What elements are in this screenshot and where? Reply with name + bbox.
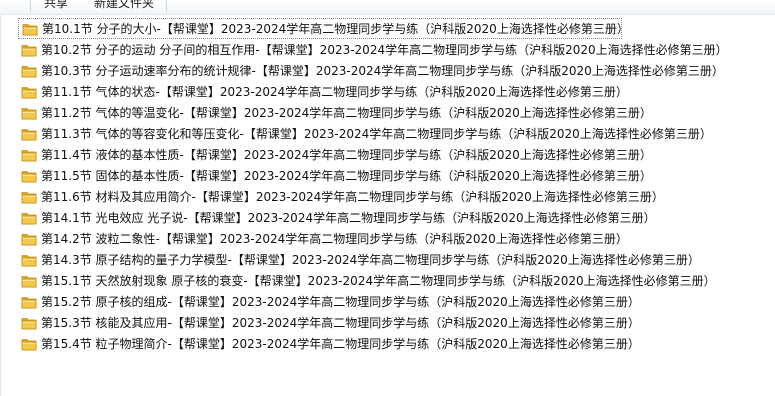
folder-icon (21, 212, 37, 224)
folder-item[interactable]: 第10.1节 分子的大小-【帮课堂】2023-2024学年高二物理同步学与练（沪… (18, 18, 629, 39)
file-list: 第10.1节 分子的大小-【帮课堂】2023-2024学年高二物理同步学与练（沪… (18, 18, 758, 354)
folder-item[interactable]: 第10.2节 分子的运动 分子间的相互作用-【帮课堂】2023-2024学年高二… (18, 39, 758, 60)
folder-item[interactable]: 第11.3节 气体的等容变化和等压变化-【帮课堂】2023-2024学年高二物理… (18, 123, 758, 144)
folder-icon (21, 44, 37, 56)
folder-name: 第14.3节 原子结构的量子力学模型-【帮课堂】2023-2024学年高二物理同… (41, 253, 700, 267)
share-button[interactable]: 共享 (40, 0, 72, 12)
folder-name: 第11.2节 气体的等温变化-【帮课堂】2023-2024学年高二物理同步学与练… (41, 106, 652, 120)
folder-name: 第10.2节 分子的运动 分子间的相互作用-【帮课堂】2023-2024学年高二… (41, 43, 728, 57)
folder-item[interactable]: 第11.4节 液体的基本性质-【帮课堂】2023-2024学年高二物理同步学与练… (18, 144, 758, 165)
folder-name: 第10.3节 分子运动速率分布的统计规律-【帮课堂】2023-2024学年高二物… (41, 64, 724, 78)
folder-icon (21, 128, 37, 140)
folder-name: 第15.4节 粒子物理简介-【帮课堂】2023-2024学年高二物理同步学与练（… (41, 337, 640, 351)
folder-item[interactable]: 第11.6节 材料及其应用简介-【帮课堂】2023-2024学年高二物理同步学与… (18, 186, 758, 207)
folder-icon (21, 296, 37, 308)
folder-name: 第11.3节 气体的等容变化和等压变化-【帮课堂】2023-2024学年高二物理… (41, 127, 712, 141)
folder-item[interactable]: 第11.5节 固体的基本性质-【帮课堂】2023-2024学年高二物理同步学与练… (18, 165, 758, 186)
command-bar: 共享 新建文件夹 (0, 0, 775, 15)
folder-item[interactable]: 第14.1节 光电效应 光子说-【帮课堂】2023-2024学年高二物理同步学与… (18, 207, 758, 228)
folder-item[interactable]: 第14.3节 原子结构的量子力学模型-【帮课堂】2023-2024学年高二物理同… (18, 249, 758, 270)
folder-name: 第11.6节 材料及其应用简介-【帮课堂】2023-2024学年高二物理同步学与… (41, 190, 664, 204)
folder-item[interactable]: 第14.2节 波粒二象性-【帮课堂】2023-2024学年高二物理同步学与练（沪… (18, 228, 758, 249)
folder-icon (21, 191, 37, 203)
folder-item[interactable]: 第15.1节 天然放射现象 原子核的衰变-【帮课堂】2023-2024学年高二物… (18, 270, 758, 291)
folder-icon (21, 275, 37, 287)
navigation-pane-border (0, 14, 1, 396)
folder-icon (21, 107, 37, 119)
toolbar-separator (166, 0, 167, 12)
folder-item[interactable]: 第15.2节 原子核的组成-【帮课堂】2023-2024学年高二物理同步学与练（… (18, 291, 758, 312)
folder-icon (21, 338, 37, 350)
folder-name: 第11.1节 气体的状态-【帮课堂】2023-2024学年高二物理同步学与练（沪… (41, 85, 628, 99)
folder-name: 第15.2节 原子核的组成-【帮课堂】2023-2024学年高二物理同步学与练（… (41, 295, 640, 309)
folder-item[interactable]: 第15.3节 核能及其应用-【帮课堂】2023-2024学年高二物理同步学与练（… (18, 312, 758, 333)
folder-item[interactable]: 第10.3节 分子运动速率分布的统计规律-【帮课堂】2023-2024学年高二物… (18, 60, 758, 81)
folder-item[interactable]: 第11.2节 气体的等温变化-【帮课堂】2023-2024学年高二物理同步学与练… (18, 102, 758, 123)
folder-name: 第14.1节 光电效应 光子说-【帮课堂】2023-2024学年高二物理同步学与… (41, 211, 656, 225)
folder-icon (21, 86, 37, 98)
folder-icon (22, 23, 38, 35)
folder-name: 第11.4节 液体的基本性质-【帮课堂】2023-2024学年高二物理同步学与练… (41, 148, 652, 162)
new-folder-button[interactable]: 新建文件夹 (90, 0, 158, 12)
folder-icon (21, 254, 37, 266)
toolbar-separator (30, 0, 31, 12)
folder-icon (21, 65, 37, 77)
folder-name: 第11.5节 固体的基本性质-【帮课堂】2023-2024学年高二物理同步学与练… (41, 169, 652, 183)
folder-icon (21, 233, 37, 245)
folder-icon (21, 317, 37, 329)
folder-icon (21, 170, 37, 182)
folder-item[interactable]: 第11.1节 气体的状态-【帮课堂】2023-2024学年高二物理同步学与练（沪… (18, 81, 758, 102)
folder-item[interactable]: 第15.4节 粒子物理简介-【帮课堂】2023-2024学年高二物理同步学与练（… (18, 333, 758, 354)
folder-name: 第15.1节 天然放射现象 原子核的衰变-【帮课堂】2023-2024学年高二物… (41, 274, 716, 288)
folder-icon (21, 149, 37, 161)
folder-name: 第14.2节 波粒二象性-【帮课堂】2023-2024学年高二物理同步学与练（沪… (41, 232, 628, 246)
folder-name: 第15.3节 核能及其应用-【帮课堂】2023-2024学年高二物理同步学与练（… (41, 316, 640, 330)
folder-name: 第10.1节 分子的大小-【帮课堂】2023-2024学年高二物理同步学与练（沪… (42, 22, 629, 36)
